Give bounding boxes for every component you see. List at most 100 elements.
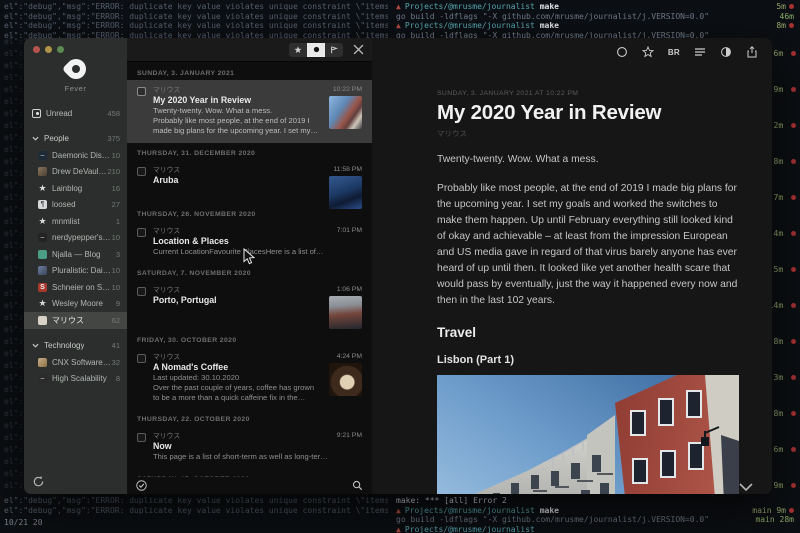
mouse-cursor	[243, 248, 255, 265]
sidebar-feed-wesley-moore[interactable]: ★ Wesley Moore 9	[24, 296, 127, 313]
lisbon-photo	[437, 375, 739, 494]
article-list-item[interactable]: マリウス Porto, Portugal 1:06 PM	[127, 280, 372, 330]
prompt-triangle-icon: ▲	[396, 2, 401, 11]
dark-mode-toggle-icon[interactable]	[720, 46, 732, 58]
article-list-item-selected[interactable]: マリウス My 2020 Year in Review Twenty-twent…	[127, 80, 372, 143]
feed-favicon: –	[38, 374, 47, 383]
sidebar-feed-loosed[interactable]: ¶ loosed 27	[24, 197, 127, 214]
terminal-build-column-bottom: make: *** [all] Error 2 ▲Projects/@mrusm…	[388, 494, 800, 533]
search-icon[interactable]	[352, 480, 363, 491]
list-toolbar	[127, 38, 372, 62]
feed-favicon	[38, 167, 47, 176]
sidebar-item-unread[interactable]: Unread 458	[24, 105, 127, 122]
article-subheading-lisbon: Lisbon (Part 1)	[437, 354, 739, 366]
share-icon[interactable]	[746, 46, 758, 58]
fever-app-window: Fever Unread 458 People 375 – Daemonic D…	[24, 38, 772, 494]
date-header: Thursday, 22. October 2020	[127, 409, 372, 426]
minimize-window-button[interactable]	[45, 46, 52, 53]
app-logo: Fever	[24, 59, 127, 93]
terminal-top-pane: el":"debug","msg":"ERROR: duplicate key …	[0, 0, 800, 38]
article-list-item[interactable]: マリウス Now This page is a list of short-te…	[127, 426, 372, 468]
item-time: 9:21 PM	[337, 432, 362, 439]
article-content: Sunday, 3. January 2021 at 10:22 PM My 2…	[437, 90, 739, 494]
feed-favicon	[38, 316, 47, 325]
article-thumbnail	[329, 176, 362, 209]
filter-starred-button[interactable]	[289, 43, 307, 57]
date-header: Saturday, 17. October 2020	[127, 469, 372, 478]
feed-favicon: –	[38, 233, 47, 242]
sidebar-group-people[interactable]: People 375	[24, 131, 127, 148]
mark-all-read-icon[interactable]	[136, 480, 147, 491]
tmux-window-indicator: 10/21 20	[4, 518, 388, 528]
article-list[interactable]: Sunday, 3. January 2021 マリウス My 2020 Yea…	[127, 63, 372, 477]
star-icon	[294, 46, 302, 54]
reading-pane: BR Sunday, 3. January 2021 at 10:22 PM M…	[372, 38, 772, 494]
article-list-item[interactable]: マリウス A Nomad's Coffee Last updated: 30.1…	[127, 347, 372, 410]
sidebar-feed-drew-devault[interactable]: Drew DeVault's blog 210	[24, 164, 127, 181]
feed-favicon: ¶	[38, 200, 47, 209]
feed-favicon: S	[38, 283, 47, 292]
unread-count: 458	[107, 109, 120, 118]
unread-icon	[32, 109, 41, 118]
scroll-down-chevron-icon[interactable]	[738, 482, 754, 492]
article-thumbnail	[329, 363, 362, 396]
chevron-down-icon	[32, 135, 39, 142]
sidebar-feed-daemonic-dispatches[interactable]: – Daemonic Dispatches 10	[24, 147, 127, 164]
sidebar-feed-high-scalability[interactable]: – High Scalability 8	[24, 371, 127, 388]
sidebar-feed-mnmlist[interactable]: ★ mnmlist 1	[24, 213, 127, 230]
read-checkbox[interactable]	[137, 433, 146, 442]
sidebar: Fever Unread 458 People 375 – Daemonic D…	[24, 38, 127, 494]
terminal-log-column-bottom: el":"debug","msg":"ERROR: duplicate key …	[0, 494, 388, 533]
read-checkbox[interactable]	[137, 167, 146, 176]
star-favicon-icon: ★	[38, 217, 47, 226]
terminal-bottom-pane: el":"debug","msg":"ERROR: duplicate key …	[0, 494, 800, 533]
window-controls	[24, 38, 127, 53]
app-name: Fever	[24, 84, 127, 93]
read-checkbox[interactable]	[137, 287, 146, 296]
read-checkbox[interactable]	[137, 354, 146, 363]
sidebar-feed-schneier[interactable]: S Schneier on Security 10	[24, 279, 127, 296]
terminal-log-column: el":"debug","msg":"ERROR: duplicate key …	[0, 0, 388, 38]
refresh-icon[interactable]	[32, 475, 45, 488]
item-time: 1:06 PM	[337, 286, 362, 293]
zoom-window-button[interactable]	[57, 46, 64, 53]
article-list-item[interactable]: マリウス Aruba 11:58 PM	[127, 160, 372, 204]
feed-favicon: –	[38, 151, 47, 160]
star-favicon-icon: ★	[38, 184, 47, 193]
feed-favicon	[38, 250, 47, 259]
sidebar-group-technology[interactable]: Technology 41	[24, 338, 127, 355]
article-date: Sunday, 3. January 2021 at 10:22 PM	[437, 90, 739, 97]
group-count: 375	[107, 134, 120, 143]
sidebar-feed-marius-selected[interactable]: マリウス 62	[24, 312, 127, 329]
reader-toolbar: BR	[616, 46, 758, 58]
read-checkbox[interactable]	[137, 228, 146, 237]
flag-icon	[330, 46, 338, 54]
filter-unread-button[interactable]	[307, 43, 325, 57]
filter-segmented-control	[289, 43, 343, 57]
article-list-pane: Sunday, 3. January 2021 マリウス My 2020 Yea…	[127, 38, 372, 494]
text-settings-icon[interactable]	[694, 46, 706, 58]
article-paragraph: Twenty-twenty. Wow. What a mess.	[437, 152, 739, 168]
filter-flagged-button[interactable]	[325, 43, 343, 57]
article-byline: マリウス	[437, 128, 739, 139]
close-window-button[interactable]	[33, 46, 40, 53]
read-checkbox[interactable]	[137, 87, 146, 96]
sidebar-feed-nerdypepper[interactable]: – nerdypepper's ublog 10	[24, 230, 127, 247]
article-title: My 2020 Year in Review	[437, 101, 739, 125]
mark-unread-icon[interactable]	[616, 46, 628, 58]
sidebar-feed-pluralistic[interactable]: Pluralistic: Daily links… 10	[24, 263, 127, 280]
sidebar-feed-lainblog[interactable]: ★ Lainblog 16	[24, 180, 127, 197]
sidebar-feed-cnx-software[interactable]: CNX Software – Emb… 32	[24, 354, 127, 371]
star-icon[interactable]	[642, 46, 654, 58]
date-header: Thursday, 31. December 2020	[127, 143, 372, 160]
sidebar-feed-njalla[interactable]: Njalla — Blog 3	[24, 246, 127, 263]
date-header: Friday, 30. October 2020	[127, 330, 372, 347]
article-heading-travel: Travel	[437, 325, 739, 340]
feed-favicon	[38, 266, 47, 275]
close-pane-icon[interactable]	[353, 44, 364, 55]
reader-mode-button[interactable]: BR	[668, 48, 680, 57]
article-thumbnail	[329, 296, 362, 329]
chevron-down-icon	[32, 342, 39, 349]
date-header: Sunday, 3. January 2021	[127, 63, 372, 80]
item-time: 4:24 PM	[337, 353, 362, 360]
